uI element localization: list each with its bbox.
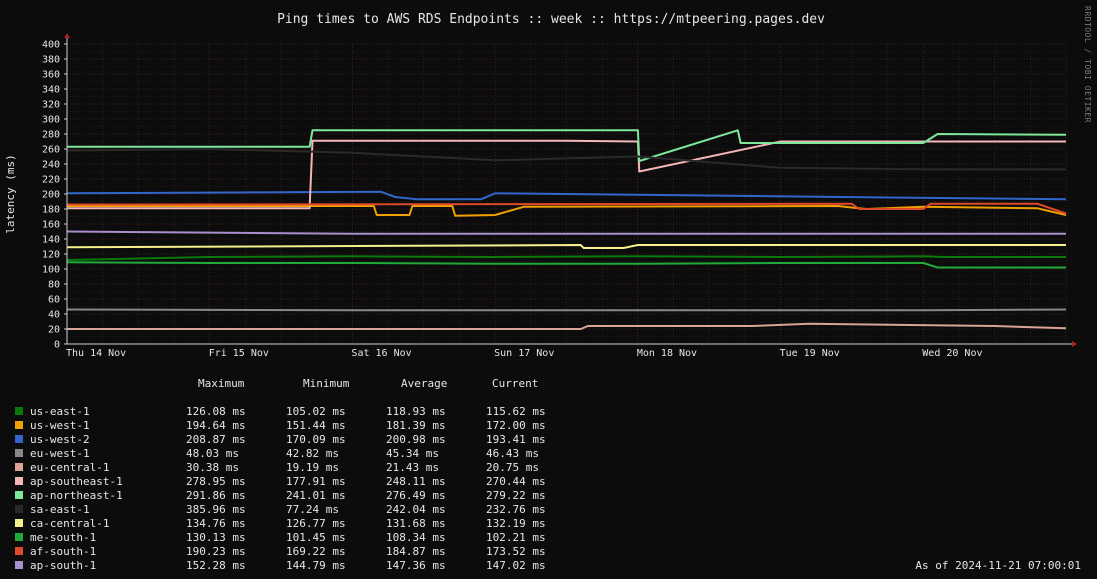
- y-tick-label: 220: [42, 175, 60, 186]
- x-tick-label: Thu 14 Nov: [66, 348, 126, 359]
- y-tick-label: 280: [42, 130, 60, 141]
- as-of-timestamp: As of 2024-11-21 07:00:01: [915, 559, 1081, 572]
- y-tick-label: 300: [42, 115, 60, 126]
- y-tick-label: 340: [42, 85, 60, 96]
- series-line-eu-west-1: [66, 308, 1067, 312]
- y-tick-label: 80: [48, 280, 60, 291]
- y-axis-label: latency (ms): [4, 154, 17, 233]
- y-tick-label: 200: [42, 190, 60, 201]
- x-tick-label: Fri 15 Nov: [209, 348, 269, 359]
- x-axis-arrow: [1072, 341, 1077, 347]
- x-tick-label: Wed 20 Nov: [922, 348, 982, 359]
- y-axis-arrow: [64, 33, 70, 38]
- x-tick-label: Sat 16 Nov: [351, 348, 411, 359]
- chart-title: Ping times to AWS RDS Endpoints :: week …: [277, 12, 825, 27]
- y-tick-label: 400: [42, 40, 60, 51]
- x-tick-label: Sun 17 Nov: [494, 348, 554, 359]
- y-tick-label: 180: [42, 205, 60, 216]
- y-tick-label: 140: [42, 235, 60, 246]
- y-tick-label: 380: [42, 55, 60, 66]
- y-tick-label: 60: [48, 295, 60, 306]
- rrdtool-credit: RRDTOOL / TOBI OETIKER: [1083, 6, 1092, 123]
- y-tick-label: 120: [42, 250, 60, 261]
- y-tick-label: 260: [42, 145, 60, 156]
- y-tick-label: 0: [54, 340, 60, 351]
- y-tick-label: 40: [48, 310, 60, 321]
- y-tick-label: 360: [42, 70, 60, 81]
- x-tick-label: Mon 18 Nov: [637, 348, 697, 359]
- latency-chart: 0 20 40 60 80 100 120 140 160 180 200 220 240 260 280 3…: [4, 12, 1077, 359]
- x-tick-label: Tue 19 Nov: [780, 348, 840, 359]
- y-tick-label: 100: [42, 265, 60, 276]
- y-tick-label: 320: [42, 100, 60, 111]
- y-tick-label: 240: [42, 160, 60, 171]
- y-tick-label: 160: [42, 220, 60, 231]
- y-tick-label: 20: [48, 325, 60, 336]
